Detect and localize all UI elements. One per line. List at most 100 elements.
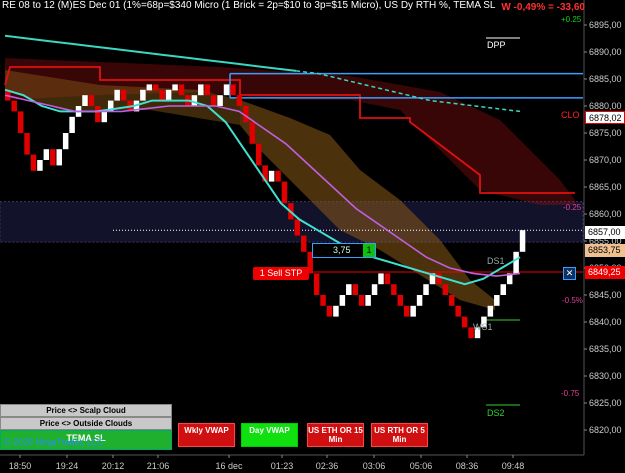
renko-brick bbox=[210, 95, 217, 106]
renko-brick bbox=[249, 122, 256, 144]
renko-brick bbox=[371, 284, 378, 295]
renko-brick bbox=[358, 295, 365, 306]
renko-brick bbox=[391, 284, 397, 295]
renko-brick bbox=[313, 273, 320, 295]
clo-label: CLO bbox=[561, 110, 580, 120]
renko-chart[interactable]: 6895,00 6890,00 6885,00 6880,00 6875,00 6870,… bbox=[0, 0, 625, 473]
renko-brick bbox=[384, 273, 391, 285]
time-tick-label: 01:23 bbox=[271, 461, 294, 471]
renko-brick bbox=[339, 295, 346, 306]
position-display[interactable]: 3,75 1 bbox=[312, 243, 376, 258]
renko-brick bbox=[275, 170, 281, 182]
renko-brick bbox=[114, 89, 120, 101]
renko-brick bbox=[416, 295, 423, 306]
renko-brick bbox=[397, 295, 404, 306]
pct-neg025-label: -0.25 bbox=[563, 203, 582, 212]
renko-brick bbox=[346, 284, 352, 295]
renko-brick bbox=[494, 295, 500, 306]
renko-brick bbox=[159, 89, 165, 101]
renko-brick bbox=[24, 133, 30, 155]
time-tick-label: 19:24 bbox=[56, 461, 79, 471]
renko-brick bbox=[365, 295, 371, 306]
wkly-vwap-button[interactable]: Wkly VWAP bbox=[178, 423, 235, 447]
renko-brick bbox=[461, 316, 468, 328]
renko-brick bbox=[56, 149, 62, 166]
chart-title: RE 08 to 12 (M)ES Dec 01 (1%=68p=$340 Mi… bbox=[2, 0, 496, 11]
dpp-label: DPP bbox=[487, 40, 506, 50]
position-qty: 3,75 bbox=[333, 245, 351, 255]
renko-brick bbox=[204, 84, 210, 96]
time-tick-label: 18:50 bbox=[9, 461, 32, 471]
renko-brick bbox=[223, 84, 230, 96]
renko-brick bbox=[449, 295, 455, 306]
renko-brick bbox=[294, 219, 301, 236]
renko-brick bbox=[333, 305, 339, 317]
stop-price-tag: 6849,25 bbox=[585, 266, 625, 279]
renko-brick bbox=[62, 133, 69, 150]
us-rth-or-button[interactable]: US RTH OR 5 Min bbox=[371, 423, 428, 447]
price-tick-label: 6835,00 bbox=[589, 344, 622, 354]
price-tick-label: 6880,00 bbox=[589, 101, 622, 111]
renko-brick bbox=[88, 95, 95, 106]
price-tick-label: 6825,00 bbox=[589, 398, 622, 408]
renko-brick bbox=[519, 230, 526, 252]
pct-neg075-label: -0.75 bbox=[561, 389, 580, 398]
ws1-label: WS1 bbox=[473, 322, 493, 332]
renko-brick bbox=[120, 89, 127, 101]
renko-brick bbox=[326, 305, 333, 317]
pnl-readout: W -0,49% = -33,60 bbox=[501, 2, 585, 13]
price-tick-label: 6830,00 bbox=[589, 371, 622, 381]
renko-brick bbox=[165, 89, 172, 101]
scalp-cloud-button[interactable]: Price <> Scalp Cloud bbox=[0, 404, 172, 417]
price-tick-label: 6865,00 bbox=[589, 182, 622, 192]
price-tick-label: 6885,00 bbox=[589, 74, 622, 84]
vwap-price-tag: 6853,75 bbox=[585, 244, 625, 257]
price-tick-label: 6870,00 bbox=[589, 155, 622, 165]
renko-brick bbox=[410, 305, 416, 317]
renko-brick bbox=[146, 84, 153, 91]
renko-brick bbox=[217, 95, 223, 106]
renko-brick bbox=[82, 95, 88, 106]
renko-brick bbox=[17, 111, 24, 133]
renko-brick bbox=[101, 111, 108, 123]
renko-brick bbox=[236, 95, 243, 106]
time-tick-label: 08:36 bbox=[456, 461, 479, 471]
clo-price-tag: 6878,02 bbox=[585, 111, 625, 124]
price-tick-label: 6845,00 bbox=[589, 290, 622, 300]
renko-brick bbox=[50, 149, 56, 166]
outside-clouds-button[interactable]: Price <> Outside Clouds bbox=[0, 417, 172, 430]
renko-brick bbox=[500, 284, 506, 295]
sell-stop-order[interactable]: 1 Sell STP bbox=[253, 267, 309, 280]
time-tick-label: 16 dec bbox=[215, 461, 243, 471]
renko-brick bbox=[69, 116, 75, 133]
renko-brick bbox=[153, 84, 159, 91]
renko-brick bbox=[320, 295, 326, 306]
price-tick-label: 6840,00 bbox=[589, 317, 622, 327]
renko-brick bbox=[37, 160, 43, 171]
us-eth-or-button[interactable]: US ETH OR 15 Min bbox=[307, 423, 364, 447]
day-vwap-button[interactable]: Day VWAP bbox=[241, 423, 298, 447]
price-tick-label: 6860,00 bbox=[589, 209, 622, 219]
renko-brick bbox=[487, 305, 494, 317]
close-order-icon[interactable]: ✕ bbox=[563, 267, 576, 280]
renko-brick bbox=[403, 305, 410, 317]
renko-brick bbox=[198, 84, 204, 96]
renko-brick bbox=[442, 284, 449, 295]
price-tick-label: 6890,00 bbox=[589, 47, 622, 57]
renko-brick bbox=[255, 143, 262, 166]
price-tick-label: 6895,00 bbox=[589, 20, 622, 30]
renko-brick bbox=[352, 284, 358, 295]
renko-brick bbox=[513, 251, 519, 274]
renko-brick bbox=[230, 84, 236, 96]
copyright-text: © 2025 NinjaTrader, LLC bbox=[4, 437, 104, 447]
time-tick-label: 21:06 bbox=[147, 461, 170, 471]
renko-brick bbox=[11, 100, 17, 112]
top-pct-label: +0.25 bbox=[561, 15, 582, 24]
renko-brick bbox=[281, 181, 288, 204]
last-price-tag: 6857,00 bbox=[585, 226, 625, 239]
position-count: 1 bbox=[363, 244, 375, 257]
renko-brick bbox=[172, 84, 178, 91]
renko-brick bbox=[140, 89, 146, 101]
renko-brick bbox=[43, 149, 50, 160]
renko-brick bbox=[455, 305, 461, 317]
